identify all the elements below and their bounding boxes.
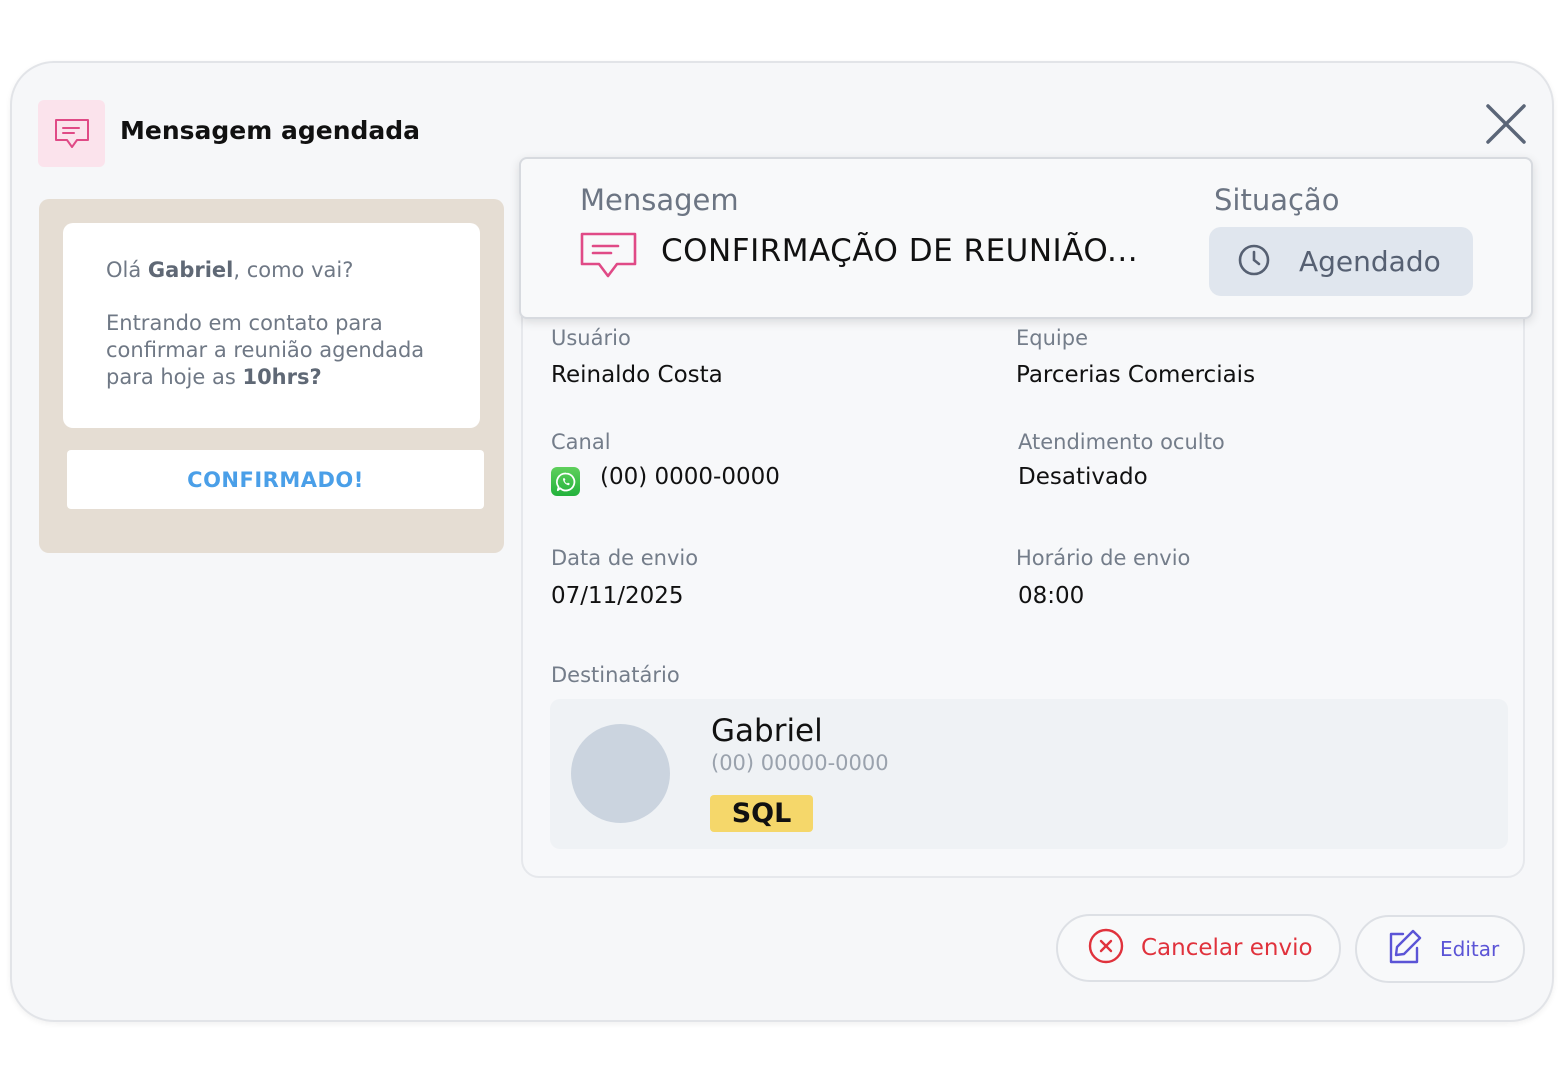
- user-label: Usuário: [551, 326, 631, 350]
- cancel-send-label: Cancelar envio: [1141, 935, 1313, 961]
- status-label: Situação: [1214, 183, 1340, 217]
- edit-label: Editar: [1440, 937, 1500, 961]
- recipient-label: Destinatário: [551, 663, 680, 687]
- status-badge: Agendado: [1209, 227, 1473, 296]
- hidden-service-label: Atendimento oculto: [1018, 430, 1225, 454]
- cancel-send-button[interactable]: Cancelar envio: [1056, 914, 1341, 982]
- user-value: Reinaldo Costa: [551, 362, 723, 388]
- close-icon[interactable]: [1480, 98, 1532, 150]
- x-circle-icon: [1088, 928, 1124, 968]
- send-time-value: 08:00: [1018, 583, 1085, 609]
- message-preview: Olá Gabriel, como vai? Entrando em conta…: [39, 199, 504, 553]
- quick-reply-button[interactable]: CONFIRMADO!: [67, 450, 484, 509]
- modal-title: Mensagem agendada: [120, 116, 421, 145]
- status-value: Agendado: [1299, 245, 1441, 278]
- message-card: Mensagem CONFIRMAÇÃO DE REUNIÃO... Situa…: [519, 157, 1533, 319]
- greeting-name: Gabriel: [147, 258, 234, 282]
- team-label: Equipe: [1016, 326, 1088, 350]
- greeting-prefix: Olá: [106, 258, 148, 282]
- clock-icon: [1237, 243, 1271, 281]
- message-name: CONFIRMAÇÃO DE REUNIÃO...: [661, 233, 1139, 269]
- send-date-value: 07/11/2025: [551, 583, 684, 609]
- recipient-phone: (00) 00000-0000: [711, 751, 889, 775]
- avatar: [571, 724, 670, 823]
- body-line: Entrando em contato para confirmar a reu…: [106, 310, 440, 391]
- message-bubble: Olá Gabriel, como vai? Entrando em conta…: [63, 223, 480, 428]
- greeting-suffix: , como vai?: [233, 258, 354, 282]
- recipient-card[interactable]: Gabriel (00) 00000-0000 SQL: [550, 699, 1508, 849]
- send-time-label: Horário de envio: [1016, 546, 1191, 570]
- whatsapp-icon: [551, 467, 580, 496]
- chat-icon: [579, 231, 639, 287]
- chat-icon: [38, 100, 105, 167]
- greeting-line: Olá Gabriel, como vai?: [106, 257, 440, 284]
- channel-label: Canal: [551, 430, 611, 454]
- message-label: Mensagem: [580, 183, 739, 217]
- edit-button[interactable]: Editar: [1355, 915, 1525, 983]
- recipient-tag: SQL: [710, 795, 813, 832]
- hidden-service-value: Desativado: [1018, 464, 1148, 490]
- team-value: Parcerias Comerciais: [1016, 362, 1256, 388]
- send-date-label: Data de envio: [551, 546, 699, 570]
- channel-value: (00) 0000-0000: [600, 464, 780, 490]
- edit-icon: [1385, 928, 1423, 970]
- recipient-name: Gabriel: [711, 713, 823, 749]
- body-bold: 10hrs?: [242, 365, 322, 389]
